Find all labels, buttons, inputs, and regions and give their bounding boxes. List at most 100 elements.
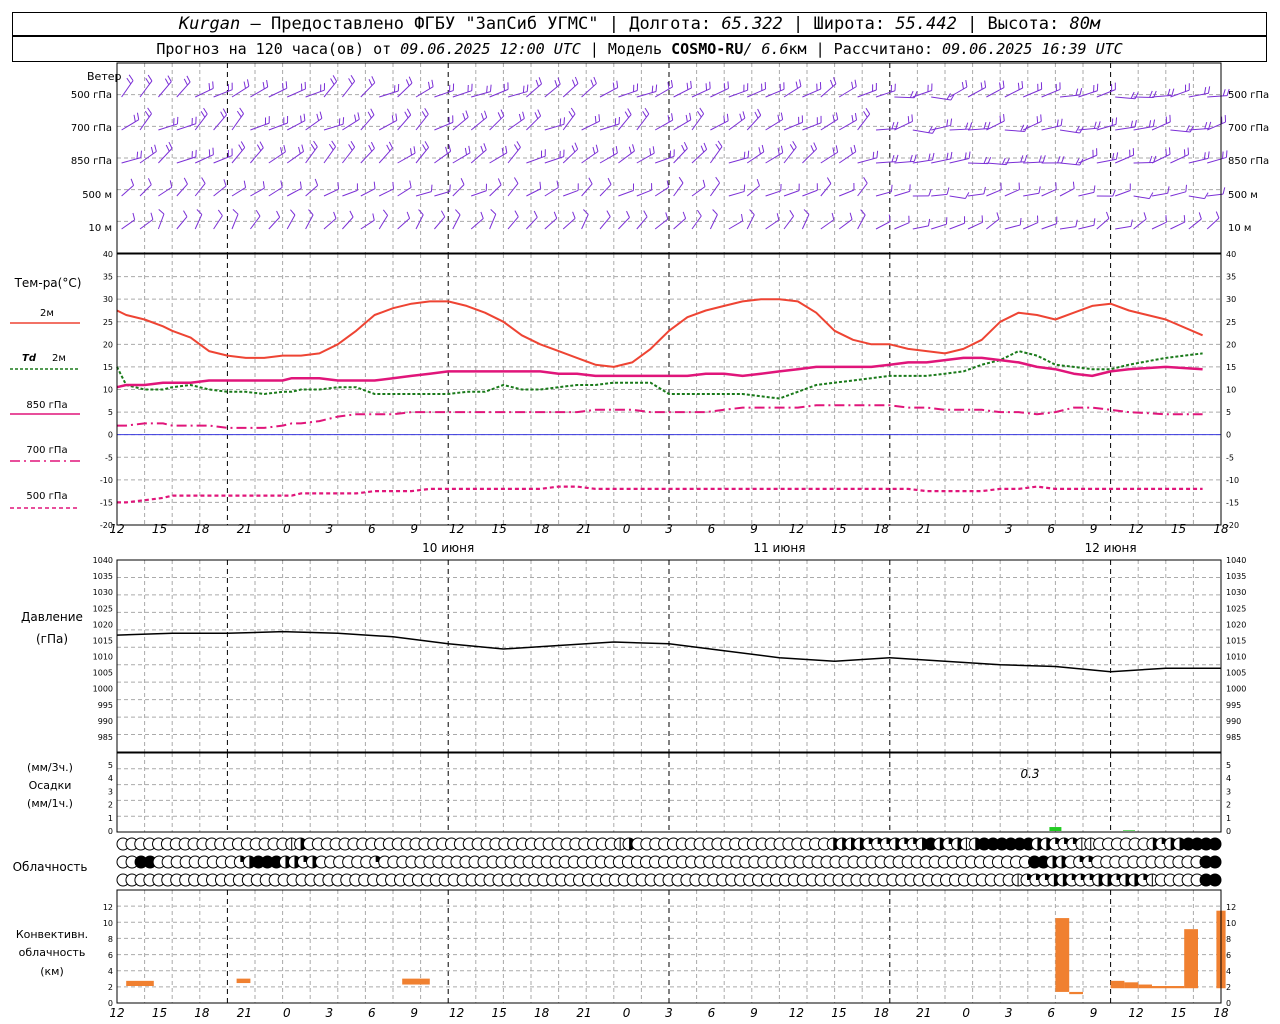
wind-barb-feather xyxy=(539,181,542,189)
wind-level-700hpa-right: 700 гПа xyxy=(1228,123,1269,134)
wind-barb xyxy=(250,181,265,197)
convective-tick-label: 8 xyxy=(108,935,113,944)
hour-tick-label: 18 xyxy=(194,522,210,536)
wind-barb-staff xyxy=(121,219,135,230)
wind-barb-feather xyxy=(150,212,154,220)
pressure-tick-label: 1000 xyxy=(93,685,113,694)
wind-barb-feather xyxy=(758,147,761,155)
wind-barb-staff xyxy=(838,119,857,131)
wind-barb-feather xyxy=(133,114,136,122)
wind-barb-feather xyxy=(424,107,429,115)
wind-barb xyxy=(158,141,173,164)
wind-barb-feather xyxy=(761,144,765,152)
wind-barb-staff xyxy=(397,218,410,230)
wind-barb xyxy=(1207,187,1226,197)
wind-barb-feather xyxy=(743,151,746,159)
wind-barb-feather xyxy=(651,85,654,93)
wind-barb-feather xyxy=(201,177,206,184)
convective-tick-label: 4 xyxy=(108,967,113,976)
wind-barb-feather xyxy=(678,176,684,184)
wind-barb xyxy=(250,116,270,131)
wind-barb-staff xyxy=(765,219,780,230)
wind-barb-feather xyxy=(468,145,471,153)
wind-barb xyxy=(470,211,484,230)
wind-barb-feather xyxy=(671,113,674,121)
wind-barb xyxy=(305,111,323,131)
wind-barb xyxy=(1207,115,1227,131)
wind-barb-staff xyxy=(452,184,465,197)
wind-barb-feather xyxy=(572,211,576,219)
wind-barb xyxy=(489,178,502,197)
wind-barb-feather xyxy=(1222,187,1226,195)
wind-barb-feather xyxy=(715,176,721,184)
wind-barb xyxy=(986,114,1005,131)
wind-barb-feather xyxy=(1204,121,1208,129)
wind-barb-staff xyxy=(1041,88,1061,98)
wind-barb-feather xyxy=(968,151,971,159)
wind-barb-feather xyxy=(588,177,593,185)
wind-barb-staff xyxy=(618,90,638,98)
wind-barb xyxy=(581,114,601,131)
wind-barb xyxy=(268,180,283,197)
wind-barb-staff xyxy=(471,190,487,197)
wind-barb-feather xyxy=(854,113,858,121)
legend-td-italic: Td xyxy=(22,353,37,364)
wind-barb-staff xyxy=(176,183,188,197)
wind-barb xyxy=(397,211,411,230)
wind-barb-feather xyxy=(863,111,868,118)
wind-barb-feather xyxy=(950,118,953,126)
wind-barb-feather xyxy=(526,84,529,92)
wind-barb-staff xyxy=(1188,195,1205,200)
wind-barb-feather xyxy=(686,82,689,90)
wind-barb-staff xyxy=(1023,88,1042,98)
wind-barb-feather xyxy=(167,75,172,82)
wind-barb xyxy=(673,176,684,197)
wind-barb xyxy=(268,116,289,131)
temp-tick-label: -10 xyxy=(100,476,113,485)
wind-barb-feather xyxy=(1075,126,1080,133)
wind-barb-feather xyxy=(743,184,746,192)
wind-barb-feather xyxy=(932,152,935,160)
wind-barb xyxy=(397,180,412,197)
wind-barb xyxy=(507,141,521,164)
wind-barb-staff xyxy=(986,189,1002,197)
wind-barb-feather xyxy=(961,82,964,90)
hour-tick-label: 6 xyxy=(708,1006,716,1020)
wind-barb-feather xyxy=(1093,121,1097,129)
wind-barb xyxy=(1078,148,1098,164)
wind-barb-feather xyxy=(145,77,150,85)
cloud-title: Облачность xyxy=(13,860,88,874)
wind-barb-feather xyxy=(570,107,576,115)
wind-barb xyxy=(544,117,565,131)
wind-barb-feather xyxy=(534,112,539,119)
wind-barb-feather xyxy=(382,209,389,216)
wind-barb-feather xyxy=(853,144,857,152)
temp-tick-label: 5 xyxy=(108,408,113,417)
wind-barb-feather xyxy=(697,110,702,118)
temp-tick-label: 20 xyxy=(1226,340,1236,349)
wind-barb xyxy=(194,177,206,197)
wind-barb-feather xyxy=(386,144,391,152)
wind-barb-feather xyxy=(624,111,630,118)
wind-barb-staff xyxy=(1170,154,1189,164)
wind-barb-staff xyxy=(875,128,896,131)
wind-barb-staff xyxy=(673,148,688,164)
wind-barb xyxy=(581,76,597,98)
wind-barb-feather xyxy=(276,210,281,218)
wind-barb-staff xyxy=(250,86,268,98)
wind-barb-feather xyxy=(183,210,188,217)
hour-tick-label: 18 xyxy=(194,1006,210,1020)
wind-barb-feather xyxy=(723,83,726,91)
hour-tick-label: 3 xyxy=(1005,522,1013,536)
wind-barb-staff xyxy=(618,217,630,230)
wind-barb-feather xyxy=(946,187,950,195)
wind-barb-staff xyxy=(636,113,650,131)
wind-barb-staff xyxy=(728,117,746,131)
wind-barb xyxy=(691,179,706,197)
wind-barb-feather xyxy=(1042,155,1046,163)
wind-barb xyxy=(728,111,746,131)
wind-barb xyxy=(838,144,857,164)
wind-barb xyxy=(176,116,197,131)
temp-tick-label: 30 xyxy=(1226,295,1236,304)
wind-barb-feather xyxy=(168,141,173,149)
